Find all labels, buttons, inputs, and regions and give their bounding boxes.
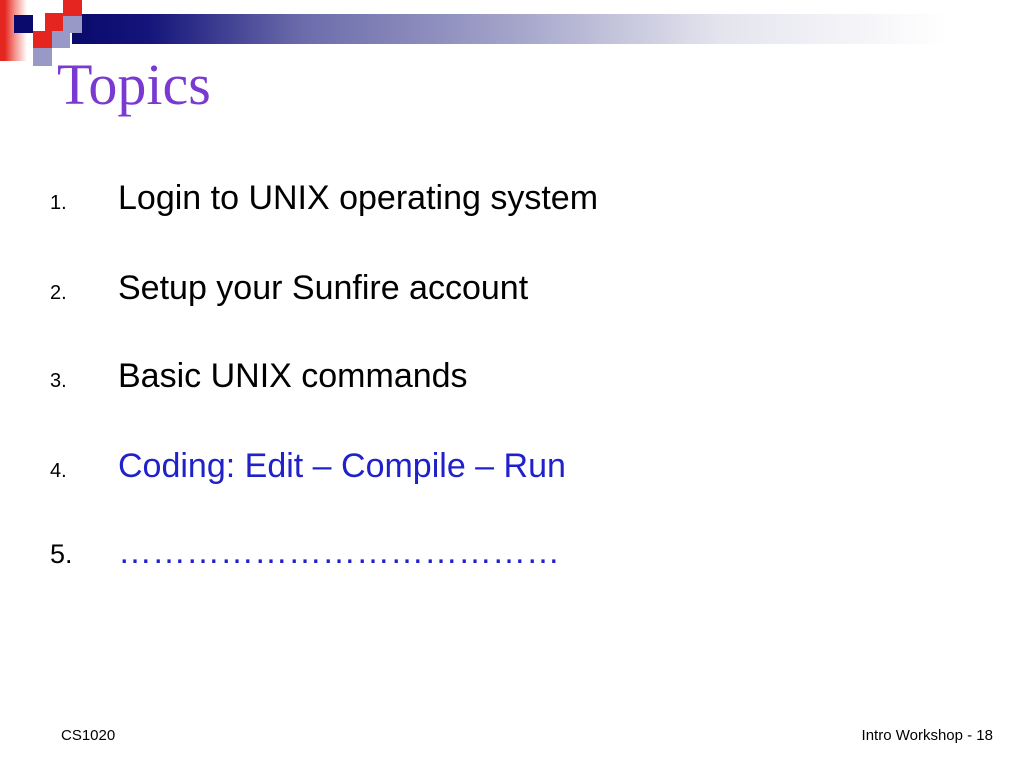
- deco-square-slate-low: [33, 48, 52, 66]
- topic-list-item-2: 2. Setup your Sunfire account: [50, 267, 970, 309]
- deco-square-slate-mid: [52, 31, 70, 48]
- topic-text: Setup your Sunfire account: [118, 269, 529, 307]
- slide-title: Topics: [57, 52, 211, 117]
- topic-number: 2.: [50, 282, 67, 304]
- deco-square-red-lower: [33, 31, 52, 48]
- topic-text: Basic UNIX commands: [118, 357, 468, 395]
- deco-square-navy: [14, 15, 33, 33]
- deco-square-red-middle: [45, 13, 63, 32]
- topic-number: 4.: [50, 460, 67, 482]
- footer-slide-label: Intro Workshop - 18: [861, 727, 993, 744]
- footer-course-code: CS1020: [61, 727, 116, 744]
- topic-text: Coding: Edit – Compile – Run: [118, 447, 566, 485]
- slide-canvas: Topics 1. Login to UNIX operating system…: [0, 0, 1024, 768]
- topic-list-item-4: 4. Coding: Edit – Compile – Run: [50, 445, 970, 487]
- deco-square-red-top: [63, 0, 82, 16]
- topic-list-item-1: 1. Login to UNIX operating system: [50, 177, 970, 219]
- gradient-bar-decoration: [72, 14, 1024, 44]
- topic-number: 3.: [50, 370, 67, 392]
- topic-text-ellipsis: …………………………………: [118, 533, 560, 571]
- topic-number: 1.: [50, 192, 67, 214]
- topic-number: 5.: [50, 539, 73, 569]
- topic-text: Login to UNIX operating system: [118, 179, 599, 217]
- topic-list-item-5: 5. …………………………………: [50, 531, 970, 573]
- topic-list-item-3: 3. Basic UNIX commands: [50, 355, 970, 397]
